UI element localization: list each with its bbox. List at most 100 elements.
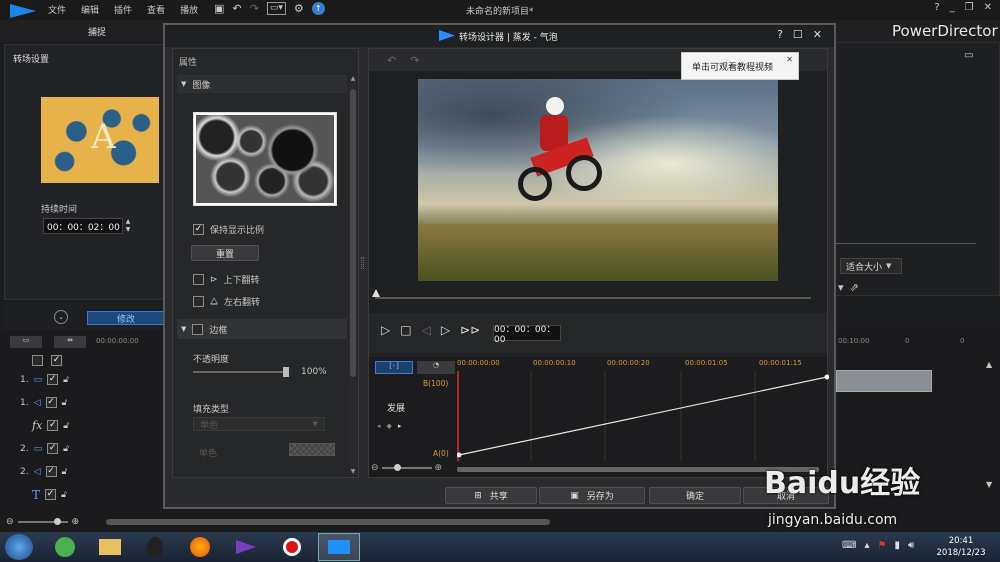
menu-playback[interactable]: 播放 [180, 3, 198, 16]
color-swatch[interactable] [289, 443, 335, 456]
prev-frame-icon[interactable]: ◁ [422, 323, 431, 337]
undo-icon[interactable]: ↶ [232, 2, 241, 15]
share-button[interactable]: ⊞ 共享 [445, 487, 537, 504]
screen-icon[interactable]: ▭▾ [266, 2, 286, 15]
taskbar-powerdirector-icon[interactable] [318, 533, 360, 561]
zoom-in-icon[interactable]: ⊕ [435, 463, 443, 473]
menu-view[interactable]: 查看 [147, 3, 165, 16]
next-frame-icon[interactable]: ▷ [441, 323, 450, 337]
fill-type-select[interactable]: 单色 ▼ [193, 417, 325, 431]
dialog-help-icon[interactable]: ? [777, 28, 783, 41]
track-enable-checkbox[interactable]: ✓ [47, 420, 59, 431]
dropdown-icon[interactable]: ▾ [838, 281, 844, 294]
scroll-down-icon[interactable]: ▼ [349, 468, 357, 475]
keyframe-tab-other[interactable]: ◔ [417, 361, 455, 374]
collapse-icon[interactable]: ⌄ [54, 310, 68, 324]
track-tool-button-2[interactable]: ⇹ [54, 336, 86, 348]
taskbar-qq-icon[interactable] [135, 534, 175, 560]
keyframe-graph[interactable] [457, 371, 829, 461]
keyframe-point-end[interactable] [824, 374, 830, 380]
border-checkbox[interactable] [192, 323, 204, 335]
taskbar-explorer-icon[interactable] [90, 534, 130, 560]
zoom-out-icon[interactable]: ⊖ [371, 463, 379, 473]
save-icon[interactable]: ▣ [214, 2, 224, 15]
timecode-display[interactable]: 00：00：00：00 [493, 325, 561, 345]
flip-vertical-checkbox[interactable] [193, 274, 204, 285]
duration-stepper-icon[interactable]: ▲ ▼ [123, 218, 133, 234]
keep-ratio-checkbox[interactable]: ✓ [193, 224, 204, 235]
tooltip-close-icon[interactable]: ✕ [786, 55, 793, 64]
stop-icon[interactable]: □ [400, 323, 411, 337]
mask-image-preview[interactable] [193, 112, 337, 206]
upgrade-icon[interactable]: ↑ [311, 2, 325, 15]
tutorial-tooltip[interactable]: 单击可观看教程视频 ✕ [681, 52, 799, 80]
start-button[interactable] [5, 534, 33, 560]
network-icon[interactable]: ▮ [894, 540, 900, 551]
menu-edit[interactable]: 编辑 [81, 3, 99, 16]
prev-keyframe-icon[interactable]: ◂ [377, 422, 381, 430]
preview-timeline-scrubber[interactable] [372, 289, 811, 299]
lock-icon[interactable]: 🔓︎ [63, 421, 69, 431]
volume-icon[interactable]: 🔊︎ [908, 540, 914, 551]
taskbar-record-icon[interactable] [272, 534, 312, 560]
lock-icon[interactable]: 🔓︎ [63, 375, 69, 385]
keyboard-icon[interactable]: ⌨ [842, 540, 856, 551]
timeline-zoom-bar[interactable]: ⊖ ⊕ [6, 517, 96, 527]
opacity-slider[interactable] [193, 367, 289, 377]
reset-button[interactable]: 重置 [191, 245, 259, 261]
minimize-icon[interactable]: _ [950, 2, 955, 13]
menu-file[interactable]: 文件 [48, 3, 66, 16]
keyframe-point-start[interactable] [457, 452, 462, 458]
scroll-up-icon[interactable]: ▲ [349, 75, 357, 82]
panel-splitter[interactable] [361, 257, 364, 269]
taskbar-clock[interactable]: 20:41 2018/12/23 [936, 535, 986, 559]
taskbar-media-icon[interactable] [226, 534, 266, 560]
fit-size-select[interactable]: 适合大小 ▼ [840, 258, 902, 274]
redo-icon[interactable]: ↷ [250, 2, 259, 15]
track-enable-checkbox[interactable]: ✓ [47, 443, 59, 454]
lock-icon[interactable]: 🔓︎ [61, 490, 67, 500]
dialog-maximize-icon[interactable]: ☐ [793, 28, 803, 41]
keyframe-zoom[interactable]: ⊖ ⊕ [371, 463, 442, 473]
restore-icon[interactable]: ❐ [965, 2, 974, 13]
export-icon[interactable]: ⇗ [850, 281, 859, 294]
flip-vertical-row[interactable]: ⊳ 上下翻转 [193, 273, 260, 286]
collapse-arrow-icon[interactable]: ▼ [181, 325, 186, 333]
zoom-in-icon[interactable]: ⊕ [72, 517, 80, 527]
security-icon[interactable]: ⚑ [877, 540, 886, 551]
timeline-hscroll[interactable] [106, 519, 550, 525]
lock-icon[interactable]: 🔓︎ [63, 444, 69, 454]
keep-ratio-row[interactable]: ✓ 保持显示比例 [193, 223, 264, 236]
track-enable-checkbox[interactable]: ✓ [45, 466, 57, 477]
track-visibility-icon[interactable] [32, 355, 43, 366]
scrubber-handle[interactable] [372, 289, 380, 297]
close-icon[interactable]: ✕ [984, 2, 992, 13]
save-as-button[interactable]: ▣ 另存为 [539, 487, 645, 504]
fast-forward-icon[interactable]: ⊳⊳ [460, 323, 480, 337]
tab-capture[interactable]: 捕捉 [88, 25, 106, 38]
add-keyframe-icon[interactable]: ◆ [387, 422, 392, 430]
ok-button[interactable]: 确定 [649, 487, 741, 504]
expand-tray-icon[interactable]: ▴ [864, 540, 869, 551]
opacity-slider-handle[interactable] [283, 367, 289, 377]
track-tool-button-1[interactable]: ▭ [10, 336, 42, 348]
taskbar-firefox-icon[interactable] [180, 534, 220, 560]
track-enable-checkbox[interactable]: ✓ [45, 489, 57, 500]
menu-plugins[interactable]: 插件 [114, 3, 132, 16]
play-icon[interactable]: ▷ [381, 323, 390, 337]
taskbar-app-360-icon[interactable] [45, 534, 85, 560]
zoom-out-icon[interactable]: ⊖ [6, 517, 14, 527]
tab-edit[interactable]: 修改 [87, 311, 165, 325]
flip-horizontal-row[interactable]: ⧋ 左右翻转 [193, 295, 260, 308]
next-keyframe-icon[interactable]: ▸ [398, 422, 402, 430]
track-check-all[interactable]: ✓ [51, 355, 62, 366]
track-enable-checkbox[interactable]: ✓ [45, 397, 57, 408]
expand-icon[interactable]: ▭ [964, 50, 973, 61]
preview-redo-icon[interactable]: ↷ [410, 54, 419, 67]
timeline-clip[interactable] [836, 370, 932, 392]
help-icon[interactable]: ? [934, 2, 939, 13]
track-enable-checkbox[interactable]: ✓ [47, 374, 59, 385]
preview-undo-icon[interactable]: ↶ [387, 54, 396, 67]
lock-icon[interactable]: 🔓︎ [62, 467, 68, 477]
collapse-arrow-icon[interactable]: ▼ [181, 80, 186, 88]
